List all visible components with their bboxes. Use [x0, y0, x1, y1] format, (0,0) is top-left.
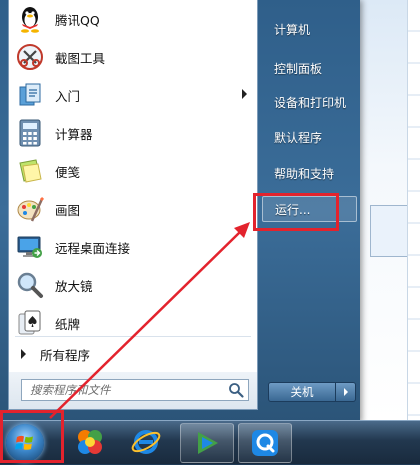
solitaire-icon	[15, 308, 45, 338]
shutdown-group: 关机	[268, 382, 356, 402]
menu-item-default-programs[interactable]: 默认程序	[262, 124, 357, 150]
menu-item-computer[interactable]: 计算机	[262, 16, 357, 42]
start-menu-programs-pane: 腾讯QQ 截图工具 入门 计算器 便笺 画图 远程桌面连接 放大镜 纸牌 所有程…	[8, 0, 258, 410]
app-blue-q-icon	[252, 430, 278, 456]
expand-arrow-icon	[21, 349, 26, 359]
program-label: 腾讯QQ	[55, 12, 100, 28]
program-item-paint[interactable]: 画图	[9, 190, 257, 228]
menu-item-help-support[interactable]: 帮助和支持	[262, 160, 357, 186]
remote-desktop-icon	[15, 232, 45, 262]
magnifier-icon	[15, 270, 45, 300]
media-player-icon	[198, 432, 218, 454]
search-input[interactable]	[28, 380, 227, 400]
program-label: 截图工具	[55, 50, 106, 66]
program-label: 放大镜	[55, 278, 93, 294]
ie-browser-icon	[131, 430, 161, 454]
menu-item-control-panel[interactable]: 控制面板	[262, 55, 357, 81]
program-label: 便笺	[55, 164, 81, 180]
app-colorful-icon	[78, 430, 102, 454]
program-list: 腾讯QQ 截图工具 入门 计算器 便笺 画图 远程桌面连接 放大镜 纸牌	[9, 0, 257, 342]
search-box[interactable]	[21, 379, 249, 401]
program-label: 远程桌面连接	[55, 240, 131, 256]
shutdown-button[interactable]: 关机	[268, 382, 336, 402]
all-programs-button[interactable]: 所有程序	[9, 342, 257, 366]
program-item-sticky-notes[interactable]: 便笺	[9, 152, 257, 190]
menu-separator	[15, 336, 251, 337]
shutdown-arrow-icon	[343, 388, 348, 396]
program-label: 画图	[55, 202, 81, 218]
program-label: 纸牌	[55, 316, 81, 332]
menu-item-devices-printers[interactable]: 设备和打印机	[262, 89, 357, 115]
program-item-qq[interactable]: 腾讯QQ	[9, 0, 257, 38]
taskbar-app-blue-q[interactable]	[238, 423, 292, 463]
sticky-notes-icon	[15, 156, 45, 186]
search-area	[9, 372, 257, 409]
program-item-calculator[interactable]: 计算器	[9, 114, 257, 152]
program-item-magnifier[interactable]: 放大镜	[9, 266, 257, 304]
program-item-getting-started[interactable]: 入门	[9, 76, 257, 114]
highlight-box-run	[253, 193, 339, 231]
paint-icon	[15, 194, 45, 224]
program-label: 入门	[55, 88, 81, 104]
program-item-remote-desktop[interactable]: 远程桌面连接	[9, 228, 257, 266]
shutdown-options-button[interactable]	[336, 382, 356, 402]
search-icon[interactable]	[227, 381, 245, 399]
program-item-snipping-tool[interactable]: 截图工具	[9, 38, 257, 76]
highlight-box-start-orb	[0, 410, 64, 463]
qq-penguin-icon	[15, 4, 45, 34]
calculator-icon	[15, 118, 45, 148]
taskbar-app-ie[interactable]	[120, 423, 172, 461]
all-programs-label: 所有程序	[40, 347, 91, 363]
program-label: 计算器	[55, 126, 93, 142]
background-scrollbar	[407, 0, 420, 420]
snipping-tool-icon	[15, 42, 45, 72]
submenu-arrow-icon[interactable]	[242, 89, 247, 99]
taskbar-app-colorful[interactable]	[64, 423, 116, 461]
taskbar-app-media-player[interactable]	[180, 423, 234, 463]
getting-started-icon	[15, 80, 45, 110]
